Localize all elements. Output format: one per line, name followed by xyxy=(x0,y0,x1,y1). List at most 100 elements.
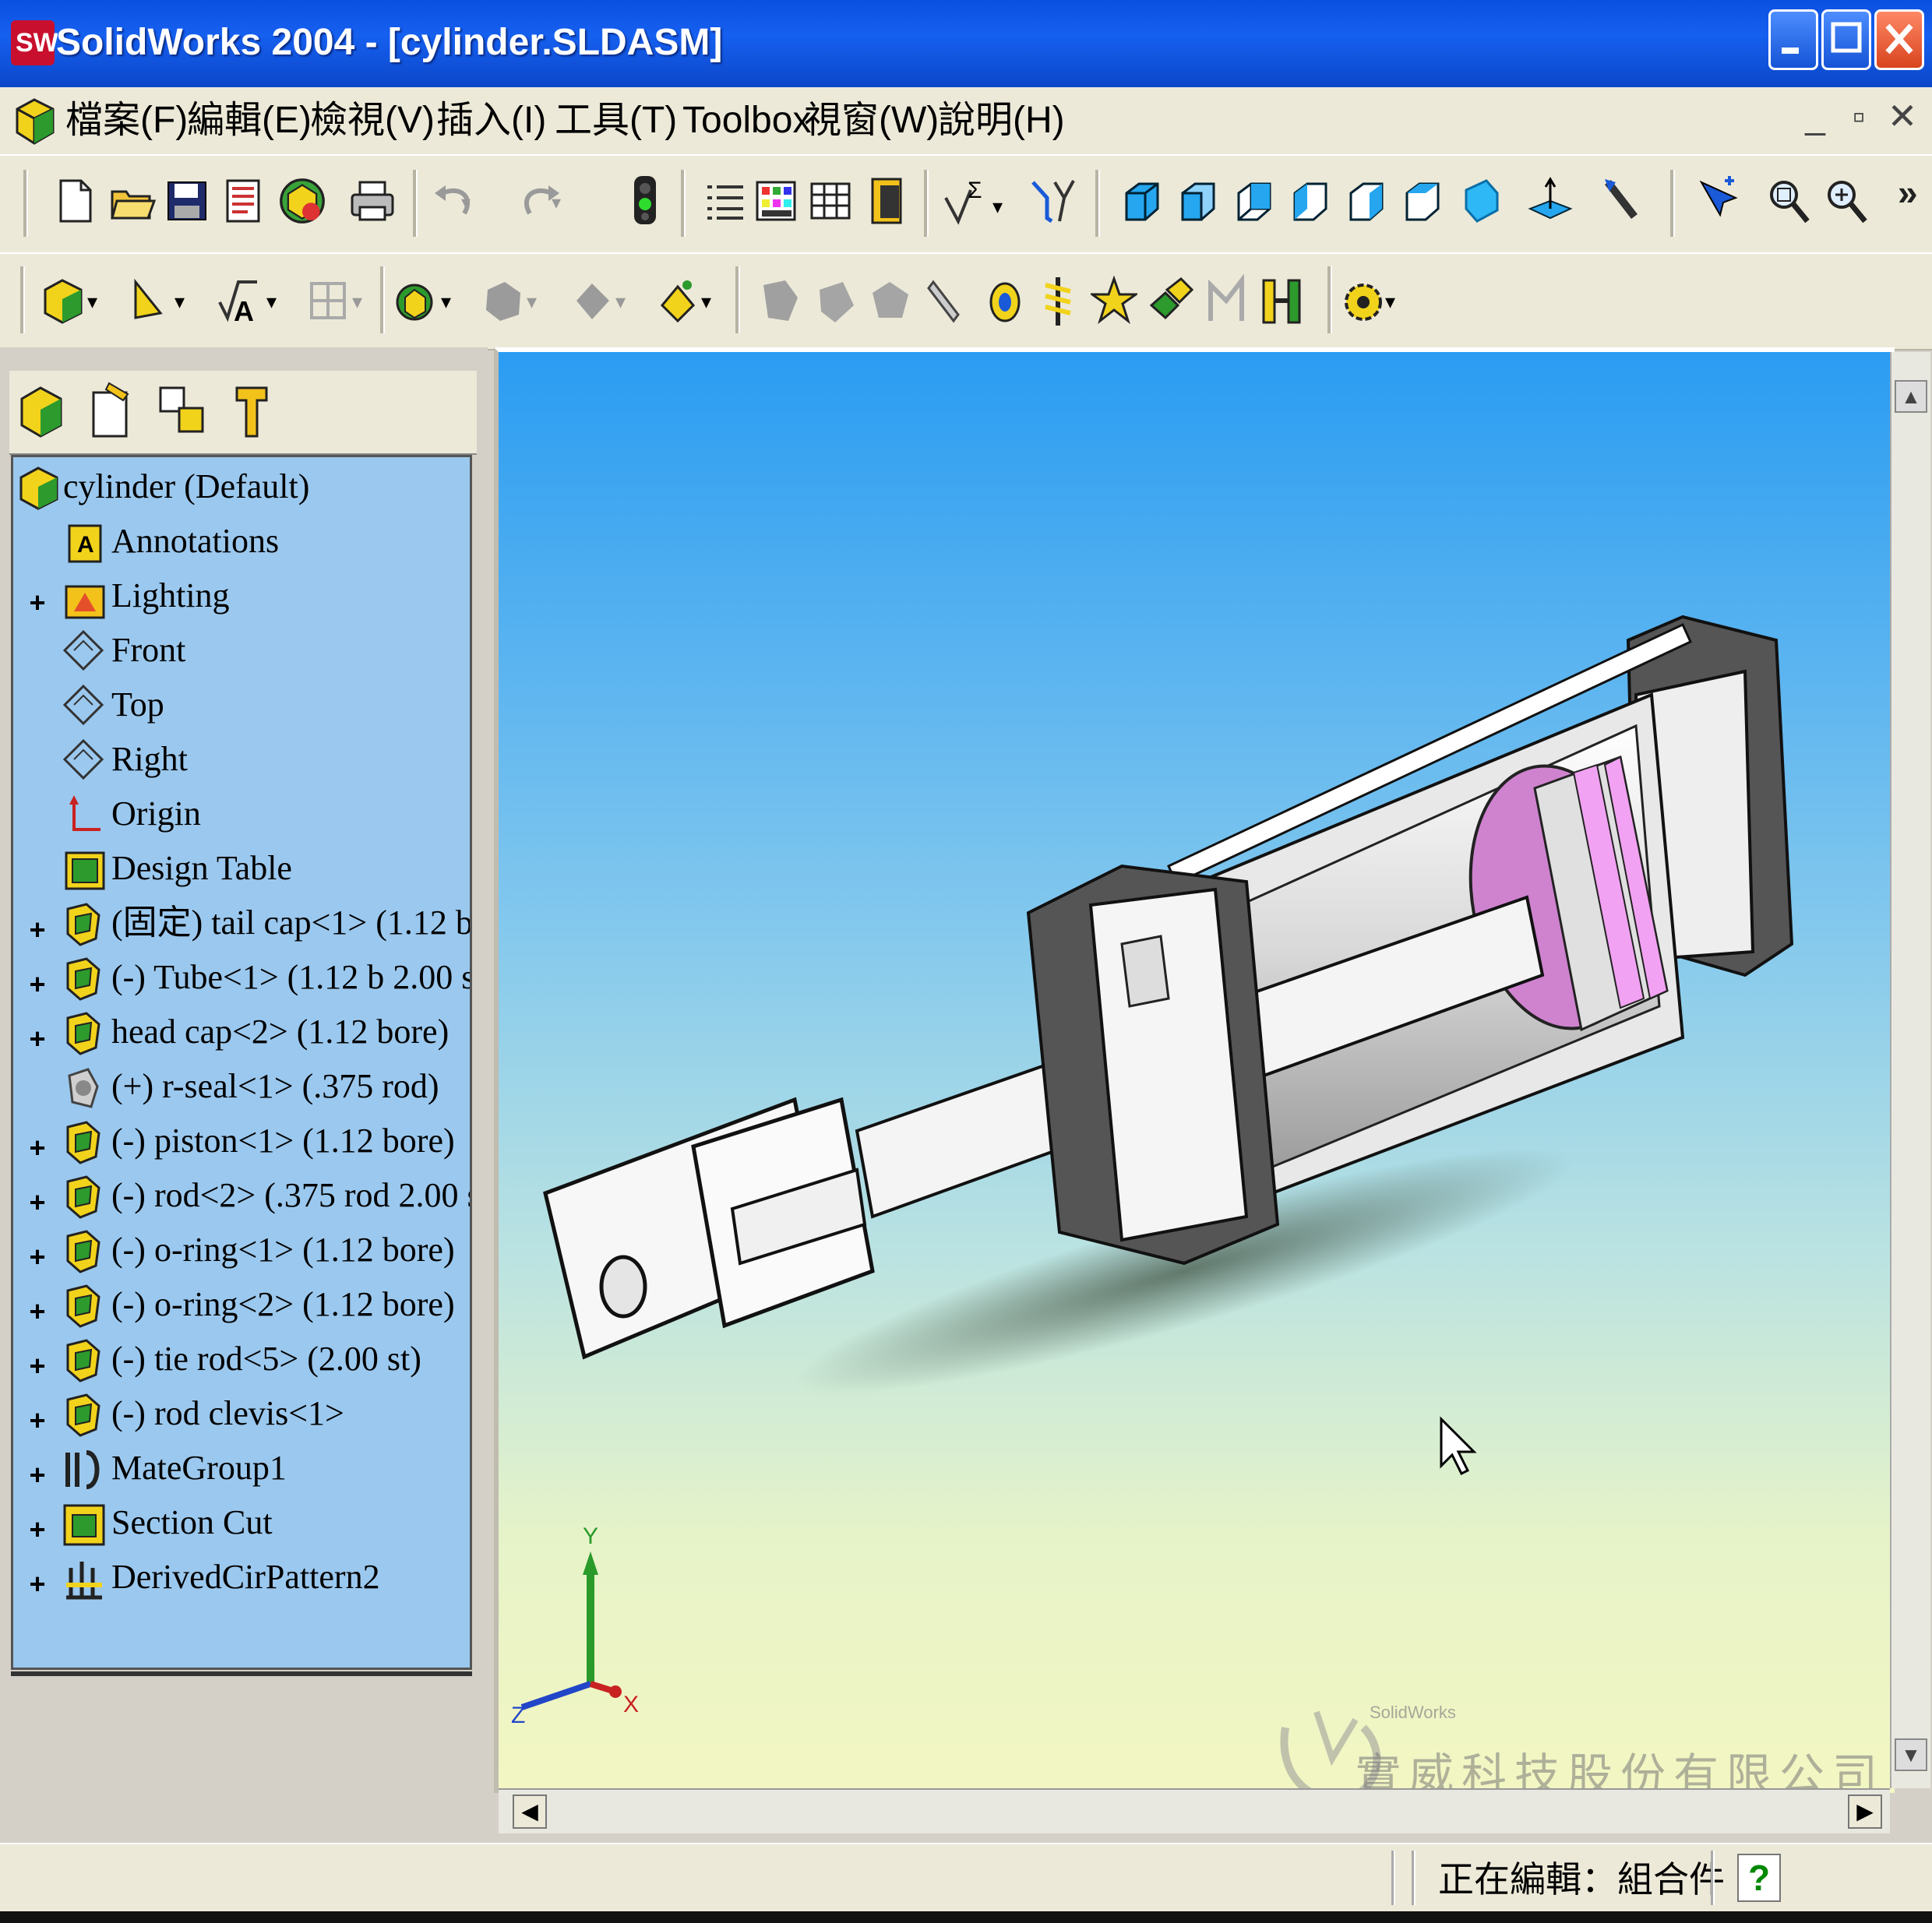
tree-item[interactable]: + head cap<2> (1.12 bore) xyxy=(13,1006,470,1062)
tree-item[interactable]: Top xyxy=(13,678,470,734)
zoom-in-icon[interactable] xyxy=(1823,174,1870,227)
smart-fastener-icon[interactable] xyxy=(1035,274,1081,329)
tree-item[interactable]: (+) r-seal<1> (.375 rod) xyxy=(13,1060,470,1116)
vertical-scrollbar[interactable]: ▲ ▼ xyxy=(1890,352,1930,1788)
tree-item[interactable]: Design Table xyxy=(13,842,470,898)
tree-item[interactable]: + DerivedCirPattern2 xyxy=(13,1551,470,1607)
pencil-icon[interactable] xyxy=(922,274,969,329)
filter-icon[interactable] xyxy=(1028,174,1075,227)
menu-toolbox[interactable]: Toolbox xyxy=(682,95,811,146)
gear-icon[interactable]: ▾ xyxy=(1340,274,1410,329)
back-view-icon[interactable] xyxy=(1231,174,1278,227)
close-button[interactable] xyxy=(1874,9,1924,70)
tree-expand-toggle[interactable]: + xyxy=(26,1186,49,1219)
tree-item[interactable]: + (-) rod<2> (.375 rod 2.00 st) xyxy=(13,1169,470,1225)
tree-item[interactable]: Front xyxy=(13,624,470,680)
tree-expand-toggle[interactable]: + xyxy=(26,1023,49,1055)
tree-expand-toggle[interactable]: + xyxy=(26,1295,49,1328)
print-preview-icon[interactable] xyxy=(220,178,266,224)
cylinder-model[interactable]: Y Z X xyxy=(499,352,1895,1793)
tree-item[interactable]: A Annotations xyxy=(13,515,470,571)
doc-restore-button[interactable]: ▫ xyxy=(1837,95,1881,137)
star-icon[interactable] xyxy=(1091,274,1137,329)
normal-to-icon[interactable] xyxy=(1527,174,1574,227)
redo-icon[interactable]: ▾ xyxy=(517,178,564,224)
exploded-view-icon[interactable] xyxy=(978,274,1025,329)
move-icon[interactable] xyxy=(812,274,858,329)
doc-close-button[interactable]: ✕ xyxy=(1881,95,1924,137)
toolbox-tab[interactable] xyxy=(223,377,285,447)
undo-icon[interactable]: ▾ xyxy=(430,178,477,224)
tree-expand-toggle[interactable]: + xyxy=(26,1568,49,1601)
property-manager-tab[interactable] xyxy=(83,377,145,447)
tree-item[interactable]: + (-) o-ring<2> (1.12 bore) xyxy=(13,1278,470,1334)
tree-item[interactable]: + (-) tie rod<5> (2.00 st) xyxy=(13,1333,470,1389)
print-icon[interactable] xyxy=(349,178,396,224)
tree-expand-toggle[interactable]: + xyxy=(26,1241,49,1273)
menu-file[interactable]: 檔案(F) xyxy=(65,95,188,146)
hide-show-icon[interactable]: ▾ xyxy=(569,274,639,329)
iso-view-icon[interactable] xyxy=(1119,174,1165,227)
tree-expand-toggle[interactable]: + xyxy=(26,1404,49,1437)
book-icon[interactable] xyxy=(865,174,911,227)
front-view-icon[interactable] xyxy=(1175,174,1222,227)
tree-expand-toggle[interactable]: + xyxy=(26,1513,49,1546)
tree-item[interactable]: + Lighting xyxy=(13,569,470,625)
maximize-button[interactable] xyxy=(1821,9,1871,70)
right-view-icon[interactable] xyxy=(1343,174,1390,227)
horizontal-scrollbar[interactable]: ◀ ▶ xyxy=(499,1788,1890,1833)
graphics-viewport[interactable]: Y Z X xyxy=(494,347,1895,1793)
tree-item[interactable]: + (-) o-ring<1> (1.12 bore) xyxy=(13,1224,470,1280)
scroll-down-button[interactable]: ▼ xyxy=(1895,1738,1927,1771)
grid-snap-icon[interactable]: ▾ xyxy=(305,274,375,329)
menu-view[interactable]: 檢視(V) xyxy=(310,95,435,146)
minimize-button[interactable] xyxy=(1768,9,1818,70)
more-tools-chevron[interactable]: » xyxy=(1898,171,1918,213)
equation-icon[interactable]: Σ▾ xyxy=(941,174,1011,229)
menu-help[interactable]: 說明(H) xyxy=(938,95,1065,146)
help-icon[interactable]: ? xyxy=(1737,1854,1781,1902)
smart-dimension-icon[interactable]: A ▾ xyxy=(215,274,290,329)
tree-item[interactable]: + (-) piston<1> (1.12 bore) xyxy=(13,1115,470,1171)
open-icon[interactable] xyxy=(109,178,156,224)
assembly-icon[interactable]: ▾ xyxy=(41,274,111,329)
color-icon[interactable] xyxy=(753,178,799,224)
menu-edit[interactable]: 編輯(E) xyxy=(187,95,312,146)
options-icon[interactable] xyxy=(276,174,329,227)
tree-item[interactable]: + (-) rod clevis<1> xyxy=(13,1387,470,1443)
list-icon[interactable] xyxy=(701,178,748,224)
save-icon[interactable] xyxy=(164,178,210,224)
tree-expand-toggle[interactable]: + xyxy=(26,586,49,619)
rotate-icon[interactable] xyxy=(1599,174,1645,227)
mate-icon[interactable] xyxy=(757,274,804,329)
grid-icon[interactable] xyxy=(807,178,854,224)
select-icon[interactable] xyxy=(1694,174,1740,227)
collision-icon[interactable] xyxy=(1203,274,1250,329)
zoom-to-fit-icon[interactable] xyxy=(1765,174,1812,227)
top-view-icon[interactable] xyxy=(1399,174,1446,227)
tree-item[interactable]: + Section Cut xyxy=(13,1496,470,1552)
bottom-view-icon[interactable] xyxy=(1455,174,1502,227)
scroll-up-button[interactable]: ▲ xyxy=(1895,380,1927,413)
tree-expand-toggle[interactable]: + xyxy=(26,1350,49,1382)
interference-icon[interactable] xyxy=(1147,274,1193,329)
tree-root[interactable]: cylinder (Default) xyxy=(13,460,470,516)
rotate-component-icon[interactable] xyxy=(866,274,913,329)
tree-expand-toggle[interactable]: + xyxy=(26,914,49,946)
tree-expand-toggle[interactable]: + xyxy=(26,1459,49,1492)
scroll-left-button[interactable]: ◀ xyxy=(513,1794,547,1829)
tree-item[interactable]: Right xyxy=(13,733,470,789)
feature-manager-tab[interactable] xyxy=(12,377,75,447)
tree-item[interactable]: + MateGroup1 xyxy=(13,1442,470,1498)
left-view-icon[interactable] xyxy=(1287,174,1334,227)
tree-item[interactable]: + (-) Tube<1> (1.12 b 2.00 st) xyxy=(13,951,470,1007)
insert-component-icon[interactable]: ▾ xyxy=(394,274,464,329)
doc-minimize-button[interactable]: _ xyxy=(1793,95,1837,137)
scroll-right-button[interactable]: ▶ xyxy=(1848,1794,1882,1829)
configuration-manager-tab[interactable] xyxy=(153,377,215,447)
tree-item[interactable]: + (固定) tail cap<1> (1.12 bore) xyxy=(13,896,470,953)
section-icon[interactable] xyxy=(1259,274,1306,329)
new-icon[interactable] xyxy=(51,178,98,224)
tree-expand-toggle[interactable]: + xyxy=(26,1132,49,1164)
sketch-icon[interactable]: ▾ xyxy=(129,274,199,329)
